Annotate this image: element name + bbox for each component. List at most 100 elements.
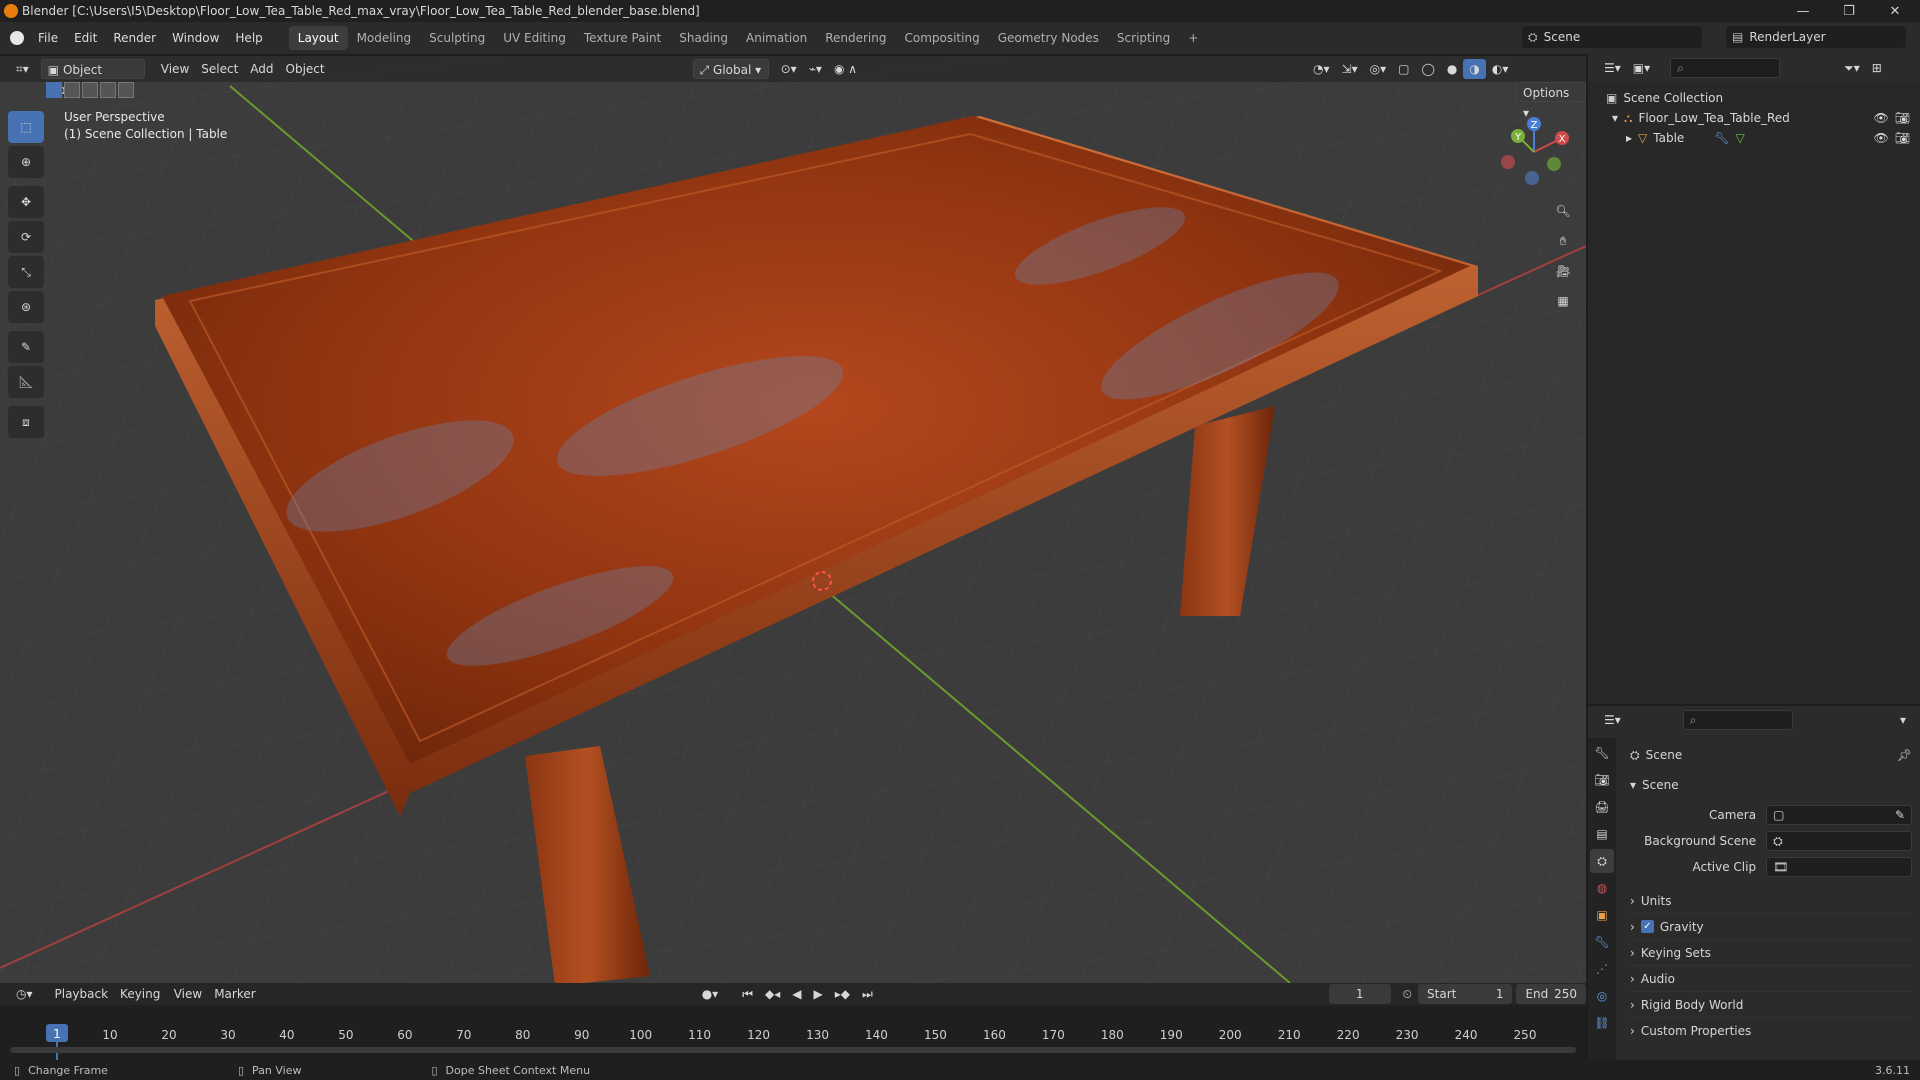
outliner-editor-icon[interactable]: ☰▾	[1598, 58, 1627, 78]
menu-render[interactable]: Render	[105, 26, 164, 50]
tab-rendering[interactable]: Rendering	[816, 26, 895, 50]
scene-tab-icon[interactable]: ⛭	[1590, 849, 1614, 873]
mode-dropdown[interactable]: ▣ Object Mode ▾	[40, 59, 145, 97]
current-frame-field[interactable]: 1	[1328, 984, 1391, 1004]
tab-texture-paint[interactable]: Texture Paint	[575, 26, 670, 50]
render-camera-icon[interactable]: 📷︎	[1895, 111, 1910, 125]
record-button[interactable]: ●▾	[696, 984, 725, 1004]
shading-rendered-icon[interactable]: ◐▾	[1486, 59, 1515, 79]
visibility-icon[interactable]: ◔▾	[1307, 59, 1336, 79]
select-extend-icon[interactable]	[64, 82, 80, 98]
expand-arrow-icon[interactable]: ▸	[1626, 131, 1632, 145]
menu-window[interactable]: Window	[164, 26, 227, 50]
jump-start-icon[interactable]: ⏮	[736, 984, 759, 1004]
play-icon[interactable]: ▶	[808, 984, 829, 1004]
camera-view-icon[interactable]: 🎥︎	[1550, 258, 1576, 284]
overlay-toggle-icon[interactable]: ◎▾	[1364, 59, 1393, 79]
move-tool-icon[interactable]: ✥	[8, 186, 44, 218]
orientation-dropdown[interactable]: ⤢ Global ▾	[692, 59, 769, 79]
properties-editor-icon[interactable]: ☰▾	[1598, 710, 1627, 730]
menu-view[interactable]: View	[155, 59, 195, 79]
play-reverse-icon[interactable]: ◀	[786, 984, 807, 1004]
select-box-icon[interactable]: ⬚	[8, 111, 44, 143]
measure-tool-icon[interactable]: 📐︎	[8, 366, 44, 398]
constraints-tab-icon[interactable]: ⛓︎	[1590, 1011, 1614, 1035]
zoom-icon[interactable]: 🔍︎	[1550, 198, 1576, 224]
select-intersect-icon[interactable]	[118, 82, 134, 98]
outliner-row-scene-collection[interactable]: ▣ Scene Collection	[1606, 88, 1920, 108]
pan-hand-icon[interactable]: ✋︎	[1550, 228, 1576, 254]
timeline-scrollbar[interactable]	[10, 1047, 1576, 1053]
gravity-panel[interactable]: › ✓ Gravity	[1630, 914, 1912, 940]
select-subtract-icon[interactable]	[82, 82, 98, 98]
tab-uv-editing[interactable]: UV Editing	[494, 26, 575, 50]
xray-icon[interactable]: ▢	[1392, 59, 1415, 79]
scale-tool-icon[interactable]: ⤡	[8, 256, 44, 288]
menu-help[interactable]: Help	[227, 26, 270, 50]
modifier-tab-icon[interactable]: 🔧︎	[1590, 930, 1614, 954]
filter-icon[interactable]: ⏷▾	[1838, 58, 1866, 78]
frame-ruler[interactable]: 1 10 20 30 40 50 60 70 80 90 100 110 120 130 140 150 160…	[0, 1005, 1586, 1060]
shading-material-icon[interactable]: ◑	[1463, 59, 1486, 79]
tab-shading[interactable]: Shading	[670, 26, 737, 50]
camera-field[interactable]: ▢ ✎	[1766, 805, 1912, 825]
transform-tool-icon[interactable]: ⊛	[8, 291, 44, 323]
options-dropdown[interactable]: Options ▾	[1516, 82, 1586, 120]
menu-select[interactable]: Select	[195, 59, 244, 79]
gizmo-toggle-icon[interactable]: ⇲▾	[1336, 59, 1364, 79]
end-frame-field[interactable]: End 250	[1516, 984, 1586, 1004]
gravity-checkbox[interactable]: ✓	[1640, 920, 1654, 933]
editor-type-icon[interactable]: ⌗▾	[10, 59, 35, 79]
physics-tab-icon[interactable]: ◎	[1590, 984, 1614, 1008]
keying-sets-panel[interactable]: › Keying Sets	[1630, 940, 1912, 966]
render-camera-icon[interactable]: 📷︎	[1895, 131, 1910, 145]
outliner-search-input[interactable]: ⌕	[1670, 58, 1781, 78]
tab-geometry-nodes[interactable]: Geometry Nodes	[989, 26, 1108, 50]
tab-scripting[interactable]: Scripting	[1108, 26, 1179, 50]
menu-timeline-view[interactable]: View	[168, 984, 208, 1004]
render-tab-icon[interactable]: 📷︎	[1590, 768, 1614, 792]
menu-file[interactable]: File	[30, 26, 66, 50]
proportional-edit-icon[interactable]: ◉ ∧	[828, 59, 863, 79]
world-tab-icon[interactable]: ◍	[1590, 876, 1614, 900]
tab-modeling[interactable]: Modeling	[348, 26, 421, 50]
output-tab-icon[interactable]: 🖨︎	[1590, 795, 1614, 819]
snap-icon[interactable]: ⌁▾	[803, 59, 828, 79]
add-workspace-icon[interactable]: +	[1179, 26, 1207, 50]
timeline-editor-icon[interactable]: ◷▾	[10, 984, 39, 1004]
maximize-button[interactable]: ❐	[1826, 0, 1872, 22]
jump-end-icon[interactable]: ⏭	[856, 984, 879, 1004]
tab-animation[interactable]: Animation	[737, 26, 816, 50]
rigid-body-world-panel[interactable]: › Rigid Body World	[1630, 992, 1912, 1018]
select-new-icon[interactable]	[46, 82, 62, 98]
object-tab-icon[interactable]: ▣	[1590, 903, 1614, 927]
select-invert-icon[interactable]	[100, 82, 116, 98]
display-mode-icon[interactable]: ▣▾	[1627, 58, 1656, 78]
view-layer-tab-icon[interactable]: ▤	[1590, 822, 1614, 846]
audio-panel[interactable]: › Audio	[1630, 966, 1912, 992]
pin-icon[interactable]: 📌︎	[1897, 748, 1912, 762]
tab-layout[interactable]: Layout	[288, 26, 348, 50]
timer-icon[interactable]: ⏲	[1397, 984, 1418, 1004]
tab-sculpting[interactable]: Sculpting	[420, 26, 494, 50]
ortho-toggle-icon[interactable]: ▦	[1550, 288, 1576, 314]
new-collection-icon[interactable]: ⊞	[1866, 58, 1888, 78]
start-frame-field[interactable]: Start 1	[1418, 984, 1513, 1004]
close-button[interactable]: ✕	[1872, 0, 1918, 22]
outliner-row-collection[interactable]: ▾ ⛬ Floor_Low_Tea_Table_Red 👁︎ 📷︎	[1606, 108, 1920, 128]
menu-object[interactable]: Object	[280, 59, 331, 79]
menu-playback[interactable]: Playback ▾	[49, 984, 115, 1021]
outliner-row-table[interactable]: ▸ ▽ Table 🔧︎ ▽ 👁︎ 📷︎	[1606, 128, 1920, 148]
properties-options-icon[interactable]: ▾	[1894, 710, 1912, 730]
menu-keying[interactable]: Keying ▾	[114, 984, 168, 1021]
menu-add[interactable]: Add	[244, 59, 279, 79]
expand-arrow-icon[interactable]: ▾	[1612, 111, 1618, 125]
rotate-tool-icon[interactable]: ⟳	[8, 221, 44, 253]
tool-tab-icon[interactable]: 🔧︎	[1590, 741, 1614, 765]
annotate-tool-icon[interactable]: ✎	[8, 331, 44, 363]
cursor-tool-icon[interactable]: ⊕	[8, 146, 44, 178]
jump-keyframe-forward-icon[interactable]: ▸◆	[829, 984, 856, 1004]
properties-search-input[interactable]: ⌕	[1682, 710, 1793, 730]
particles-tab-icon[interactable]: ⋰	[1590, 957, 1614, 981]
jump-keyframe-back-icon[interactable]: ◆◂	[759, 984, 786, 1004]
